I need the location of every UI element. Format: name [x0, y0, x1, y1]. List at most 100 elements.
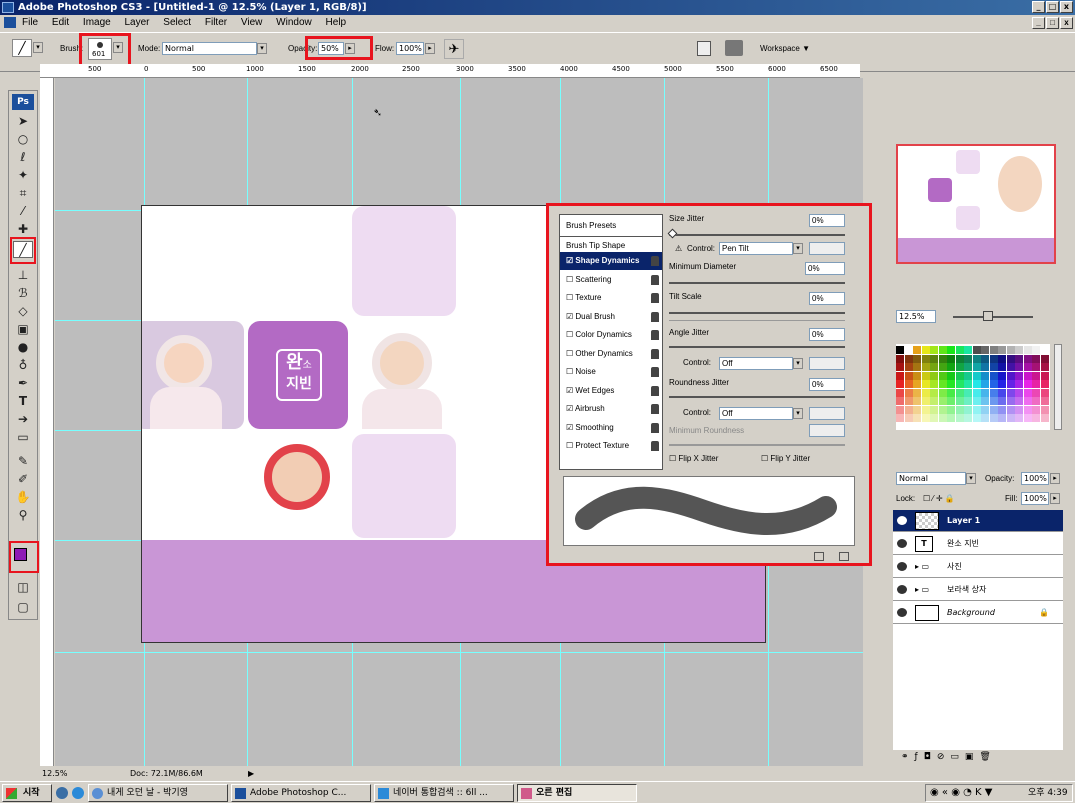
- color-swatch[interactable]: [930, 397, 938, 405]
- zoom-tool-icon[interactable]: ⚲: [13, 507, 33, 524]
- color-swatch[interactable]: [1032, 388, 1040, 397]
- chevron-down-icon[interactable]: ▾: [793, 243, 803, 254]
- color-swatch[interactable]: [1023, 414, 1032, 422]
- color-swatch[interactable]: [947, 346, 955, 354]
- shape-tool-icon[interactable]: ▭: [13, 429, 33, 446]
- color-swatch[interactable]: [964, 397, 972, 405]
- magic-wand-tool-icon[interactable]: ✦: [13, 167, 33, 184]
- color-swatch[interactable]: [938, 363, 947, 371]
- color-swatch[interactable]: [930, 371, 938, 380]
- color-swatch[interactable]: [972, 405, 981, 414]
- layer-row[interactable]: Background 🔒: [893, 602, 1063, 624]
- taskbar-item[interactable]: 네이버 통합검색 :: 6ll ...: [374, 784, 514, 802]
- color-swatch[interactable]: [896, 354, 904, 363]
- color-swatch[interactable]: [981, 414, 989, 422]
- taskbar-item[interactable]: Adobe Photoshop C...: [231, 784, 371, 802]
- type-tool-icon[interactable]: T: [13, 393, 33, 410]
- pen-tool-icon[interactable]: ✒: [13, 375, 33, 392]
- lock-icon[interactable]: [651, 293, 659, 303]
- color-swatch[interactable]: [896, 371, 904, 380]
- color-swatch[interactable]: [989, 414, 998, 422]
- lock-icon[interactable]: [651, 311, 659, 322]
- color-swatch[interactable]: [896, 405, 904, 414]
- slider-knob[interactable]: [667, 228, 678, 239]
- color-swatch[interactable]: [921, 414, 930, 422]
- color-swatch[interactable]: [1015, 397, 1023, 405]
- flow-slider-arrow[interactable]: ▸: [425, 43, 435, 54]
- color-swatch[interactable]: [947, 388, 955, 397]
- color-swatch[interactable]: [896, 388, 904, 397]
- doc-restore-button[interactable]: □: [1046, 17, 1059, 29]
- layer-row[interactable]: ▸ ▭ 사진: [893, 556, 1063, 578]
- status-arrow-icon[interactable]: ▶: [248, 767, 254, 780]
- lock-icons[interactable]: ☐ ⁄ ✛ 🔒: [923, 492, 955, 505]
- lock-icon[interactable]: [651, 274, 659, 285]
- color-swatch[interactable]: [964, 380, 972, 388]
- size-jitter-slider[interactable]: [669, 234, 845, 236]
- brush-option-shape-dynamics[interactable]: ☑ Shape Dynamics: [560, 252, 662, 270]
- color-swatch[interactable]: [913, 397, 921, 405]
- dodge-tool-icon[interactable]: ♁: [13, 357, 33, 374]
- tilt-scale-input[interactable]: 0%: [809, 292, 845, 305]
- color-swatch[interactable]: [1040, 354, 1049, 363]
- color-swatch[interactable]: [989, 388, 998, 397]
- swatch-grid[interactable]: [896, 344, 1050, 430]
- lasso-tool-icon[interactable]: ℓ: [13, 149, 33, 166]
- fade-input[interactable]: [809, 357, 845, 370]
- color-swatch[interactable]: [964, 354, 972, 363]
- color-swatch[interactable]: [1006, 354, 1015, 363]
- color-swatch[interactable]: [1032, 363, 1040, 371]
- brush-option-color-dynamics[interactable]: ☐ Color Dynamics: [560, 326, 662, 344]
- notes-tool-icon[interactable]: ✎: [13, 453, 33, 470]
- color-swatch[interactable]: [981, 380, 989, 388]
- control-select[interactable]: Off: [719, 357, 793, 370]
- color-swatch[interactable]: [1006, 371, 1015, 380]
- hand-tool-icon[interactable]: ✋: [13, 489, 33, 506]
- navigator-thumbnail[interactable]: [896, 144, 1056, 264]
- color-swatch[interactable]: [998, 414, 1006, 422]
- min-diameter-input[interactable]: 0%: [805, 262, 845, 275]
- color-swatch[interactable]: [1032, 397, 1040, 405]
- color-swatch[interactable]: [913, 346, 921, 354]
- color-swatch[interactable]: [964, 388, 972, 397]
- color-swatch[interactable]: [1015, 354, 1023, 363]
- new-preset-icon[interactable]: [814, 552, 824, 561]
- color-swatch[interactable]: [981, 397, 989, 405]
- color-swatch[interactable]: [1040, 371, 1049, 380]
- color-swatch[interactable]: [913, 405, 921, 414]
- eye-icon[interactable]: [897, 516, 907, 525]
- eye-icon[interactable]: [897, 539, 907, 548]
- lock-icon[interactable]: [651, 441, 659, 451]
- color-swatch[interactable]: [964, 346, 972, 354]
- color-swatch[interactable]: [1032, 346, 1040, 354]
- color-swatch[interactable]: [1032, 371, 1040, 380]
- swatches-scrollbar[interactable]: [1054, 344, 1062, 430]
- color-swatch[interactable]: [921, 354, 930, 363]
- color-swatch[interactable]: [955, 371, 964, 380]
- color-swatch[interactable]: [947, 380, 955, 388]
- color-swatch[interactable]: [1006, 380, 1015, 388]
- lock-icon[interactable]: [651, 330, 659, 340]
- brush-presets-item[interactable]: Brush Presets: [560, 217, 662, 235]
- quick-mask-icon[interactable]: ◫: [13, 579, 33, 596]
- workspace-button[interactable]: Workspace ▼: [760, 42, 810, 55]
- color-swatch[interactable]: [930, 414, 938, 422]
- color-swatch[interactable]: [913, 414, 921, 422]
- color-swatch[interactable]: [947, 405, 955, 414]
- lock-icon[interactable]: [651, 348, 659, 359]
- color-swatch[interactable]: [921, 371, 930, 380]
- color-swatch[interactable]: [1006, 388, 1015, 397]
- color-swatch[interactable]: [947, 371, 955, 380]
- color-swatch[interactable]: [921, 380, 930, 388]
- airbrush-icon[interactable]: ✈: [444, 39, 464, 59]
- color-swatch[interactable]: [930, 388, 938, 397]
- document-icon[interactable]: [4, 17, 16, 28]
- color-swatch[interactable]: [998, 363, 1006, 371]
- color-swatch[interactable]: [930, 380, 938, 388]
- color-swatch[interactable]: [989, 397, 998, 405]
- color-swatch[interactable]: [1006, 397, 1015, 405]
- color-swatch[interactable]: [972, 363, 981, 371]
- color-swatch[interactable]: [930, 405, 938, 414]
- close-button[interactable]: x: [1060, 1, 1073, 13]
- color-swatch[interactable]: [964, 414, 972, 422]
